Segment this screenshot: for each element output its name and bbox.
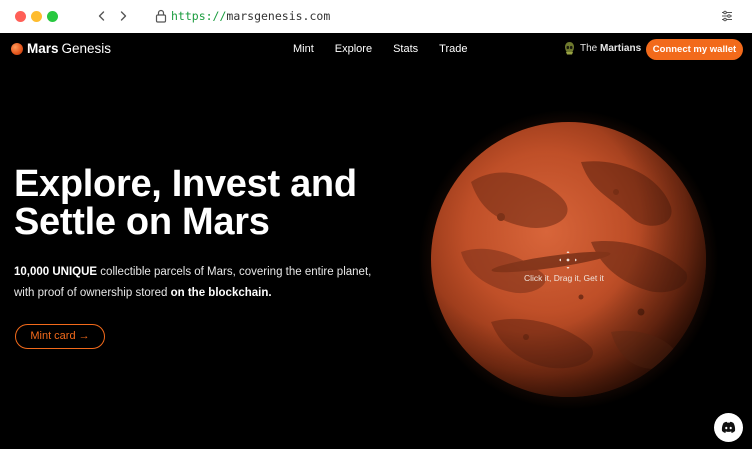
hero-description-line-1: 10,000 UNIQUE collectible parcels of Mar… xyxy=(14,262,384,283)
back-arrow-icon[interactable] xyxy=(95,9,109,23)
nav-link-mint[interactable]: Mint xyxy=(293,43,314,56)
browser-toolbar: https://marsgenesis.com xyxy=(0,0,752,33)
minimize-window-button[interactable] xyxy=(31,11,42,22)
drag-move-icon xyxy=(559,251,577,269)
brand-logo-link[interactable]: Mars Genesis xyxy=(11,41,111,56)
address-bar[interactable]: https://marsgenesis.com xyxy=(171,9,330,24)
discord-icon xyxy=(721,421,736,433)
hero-description: 10,000 UNIQUE collectible parcels of Mar… xyxy=(14,262,384,304)
url-scheme: https:// xyxy=(171,9,227,23)
nav-link-trade[interactable]: Trade xyxy=(439,43,467,56)
hero-description-text-1: collectible parcels of Mars, covering th… xyxy=(97,266,372,278)
hero-title-line-2: Settle on Mars xyxy=(14,201,270,243)
martians-label-bold: Martians xyxy=(600,42,642,54)
martians-label-light: The xyxy=(580,42,598,54)
hero-title: Explore, Invest and Settle on Mars xyxy=(14,165,357,241)
site-header: Mars Genesis Mint Explore Stats Trade Th… xyxy=(0,33,752,66)
mars-drag-hint: Click it, Drag it, Get it xyxy=(524,273,604,283)
forward-arrow-icon[interactable] xyxy=(116,9,130,23)
discord-button[interactable] xyxy=(714,413,743,442)
close-window-button[interactable] xyxy=(15,11,26,22)
browser-window: https://marsgenesis.com Mars Genesis Min… xyxy=(0,0,752,451)
maximize-window-button[interactable] xyxy=(47,11,58,22)
martians-link[interactable]: The Martians xyxy=(564,41,641,55)
lock-icon xyxy=(155,9,167,23)
hero-highlight-count: 10,000 UNIQUE xyxy=(14,266,98,278)
nav-link-stats[interactable]: Stats xyxy=(393,43,418,56)
url-host: marsgenesis.com xyxy=(226,9,331,23)
brand-name-light: Genesis xyxy=(61,41,112,56)
hero-title-line-1: Explore, Invest and xyxy=(14,163,357,205)
hero-highlight-blockchain: on the blockchain. xyxy=(170,287,272,299)
menu-icon[interactable] xyxy=(721,10,733,22)
hero-description-line-2: with proof of ownership stored on the bl… xyxy=(14,283,384,304)
nav-link-explore[interactable]: Explore xyxy=(335,43,372,56)
main-nav: Mint Explore Stats Trade xyxy=(293,43,467,56)
brand-name-strong: Mars xyxy=(27,41,59,56)
mars-logo-icon xyxy=(11,42,23,55)
connect-wallet-button[interactable]: Connect my wallet xyxy=(646,39,743,60)
martian-head-icon xyxy=(565,42,574,55)
mint-card-button[interactable]: Mint card → xyxy=(15,324,105,349)
hero-description-text-2: with proof of ownership stored xyxy=(14,287,171,299)
